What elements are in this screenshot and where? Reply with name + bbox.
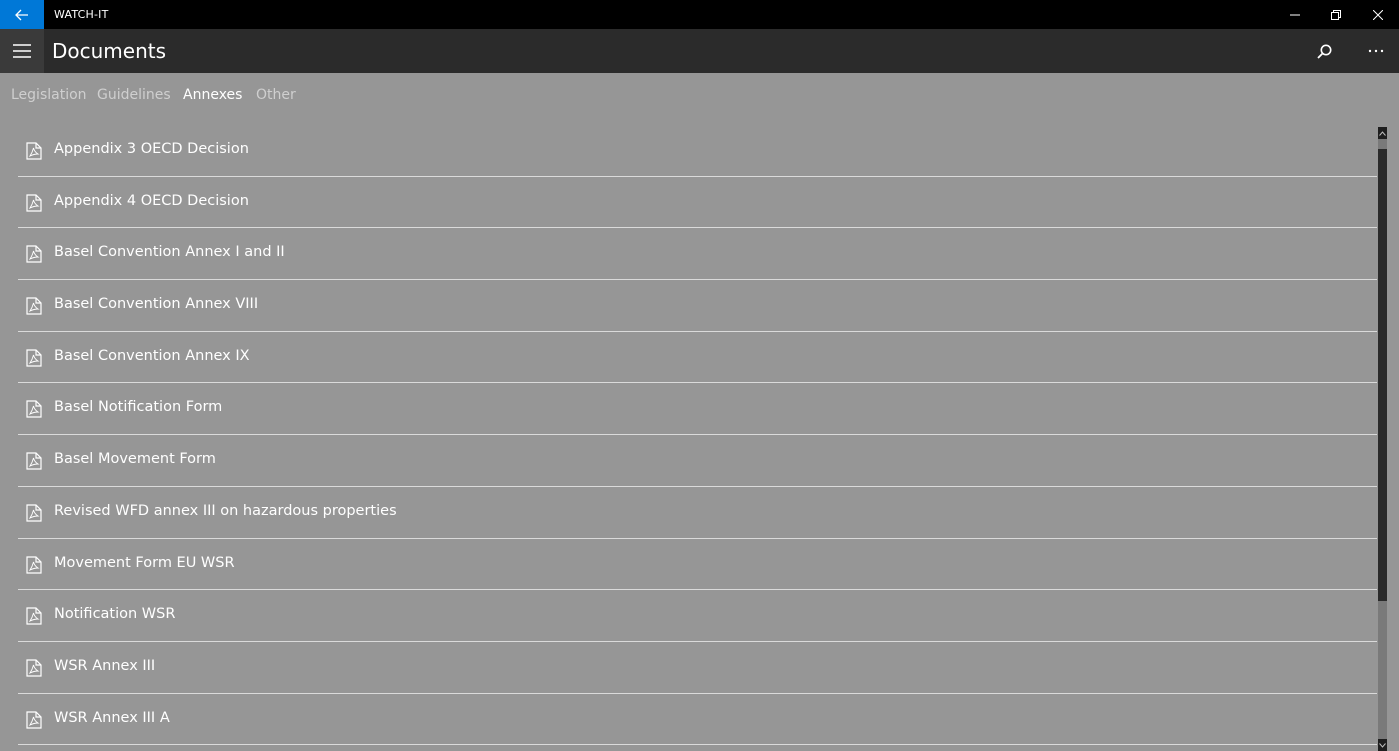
pdf-icon xyxy=(26,297,42,315)
document-list: Appendix 3 OECD Decision Appendix 4 OECD … xyxy=(18,125,1377,751)
document-item[interactable]: Movement Form EU WSR xyxy=(18,539,1377,591)
app-header: Documents xyxy=(0,29,1399,73)
pdf-icon xyxy=(26,607,42,625)
restore-icon xyxy=(1330,9,1341,20)
pdf-icon xyxy=(26,349,42,367)
tab-other[interactable]: Other xyxy=(256,87,296,103)
tab-annexes[interactable]: Annexes xyxy=(183,87,242,103)
back-button[interactable] xyxy=(0,0,44,29)
document-label: WSR Annex III A xyxy=(54,709,170,726)
document-label: Movement Form EU WSR xyxy=(54,554,235,571)
document-item[interactable]: Basel Convention Annex VIII xyxy=(18,280,1377,332)
pdf-icon xyxy=(26,142,42,160)
chevron-up-icon xyxy=(1379,130,1386,136)
document-label: Appendix 3 OECD Decision xyxy=(54,141,249,157)
tab-legislation[interactable]: Legislation xyxy=(11,87,87,103)
document-item[interactable]: Basel Convention Annex I and II xyxy=(18,228,1377,281)
document-label: Basel Convention Annex VIII xyxy=(54,296,259,313)
menu-button[interactable] xyxy=(0,29,44,73)
minimize-button[interactable] xyxy=(1274,0,1315,29)
document-item[interactable]: Revised WFD annex III on hazardous prope… xyxy=(18,487,1377,539)
document-item[interactable]: Basel Movement Form xyxy=(18,435,1377,487)
document-item[interactable]: Notification WSR xyxy=(18,590,1377,642)
document-item[interactable]: Basel Notification Form xyxy=(18,383,1377,436)
document-label: Appendix 4 OECD Decision xyxy=(54,192,249,209)
document-label: WSR Annex III xyxy=(54,657,156,674)
close-button[interactable] xyxy=(1357,0,1398,29)
pdf-icon xyxy=(26,659,42,677)
more-icon xyxy=(1368,49,1384,53)
document-item[interactable]: Appendix 3 OECD Decision xyxy=(18,125,1377,177)
page-title: Documents xyxy=(52,39,167,63)
pdf-icon xyxy=(26,452,42,470)
search-button[interactable] xyxy=(1304,29,1344,73)
hamburger-icon xyxy=(13,44,31,58)
pdf-icon xyxy=(26,555,42,574)
pdf-icon xyxy=(26,194,42,212)
pdf-icon xyxy=(26,710,42,729)
document-item[interactable]: Appendix 4 OECD Decision xyxy=(18,177,1377,229)
scroll-up-button[interactable] xyxy=(1378,127,1387,139)
pdf-icon xyxy=(26,400,42,419)
scroll-down-button[interactable] xyxy=(1378,739,1387,751)
document-label: Basel Notification Form xyxy=(54,399,223,416)
close-icon xyxy=(1372,9,1383,20)
search-icon xyxy=(1316,44,1331,59)
document-label: Basel Convention Annex I and II xyxy=(54,244,285,261)
document-label: Revised WFD annex III on hazardous prope… xyxy=(54,502,397,519)
title-bar: WATCH-IT xyxy=(0,0,1399,29)
document-label: Basel Movement Form xyxy=(54,451,216,468)
pdf-icon xyxy=(26,504,42,522)
document-item[interactable]: WSR Annex III xyxy=(18,642,1377,694)
more-options-button[interactable] xyxy=(1356,29,1396,73)
document-label: Notification WSR xyxy=(54,606,176,623)
tab-guidelines[interactable]: Guidelines xyxy=(97,87,171,103)
minimize-icon xyxy=(1289,14,1300,15)
scroll-track[interactable] xyxy=(1378,139,1387,739)
scroll-thumb[interactable] xyxy=(1378,149,1387,601)
list-scrollbar[interactable] xyxy=(1378,127,1387,751)
back-arrow-icon xyxy=(15,9,28,20)
chevron-down-icon xyxy=(1379,742,1386,748)
pdf-icon xyxy=(26,245,42,263)
restore-button[interactable] xyxy=(1315,0,1356,29)
app-title: WATCH-IT xyxy=(54,8,109,21)
document-item[interactable]: WSR Annex III A xyxy=(18,694,1377,746)
document-label: Basel Convention Annex IX xyxy=(54,347,250,364)
category-tabs: Legislation Guidelines Annexes Other xyxy=(0,73,1399,119)
document-item[interactable]: Basel Convention Annex IX xyxy=(18,332,1377,384)
